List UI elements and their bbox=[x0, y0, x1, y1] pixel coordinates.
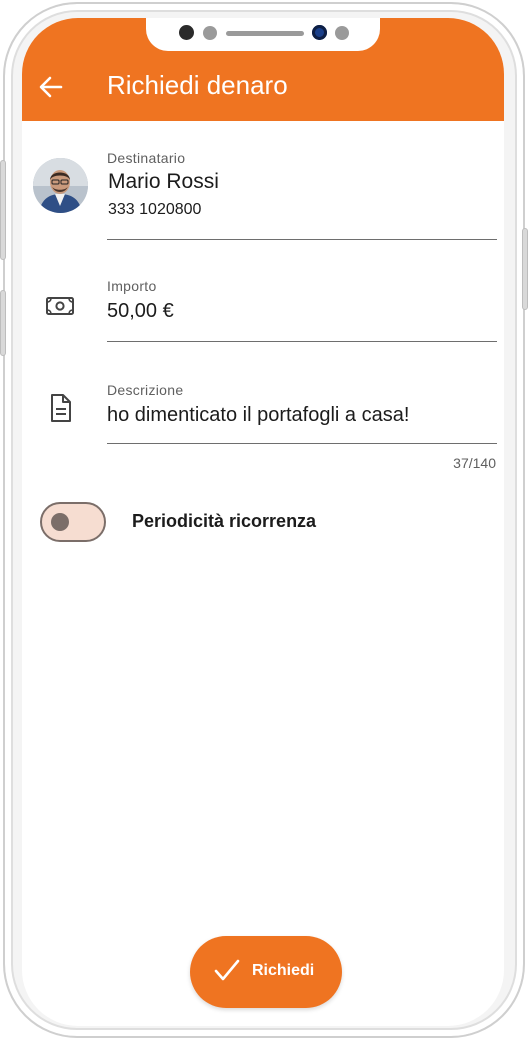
banknote-icon bbox=[46, 297, 74, 315]
request-button[interactable]: Richiedi bbox=[190, 936, 342, 1008]
back-button[interactable] bbox=[36, 72, 66, 102]
sensor-dot bbox=[179, 25, 194, 40]
speaker-grille bbox=[226, 31, 304, 36]
power-button bbox=[522, 228, 528, 310]
sensor-dot bbox=[203, 26, 217, 40]
description-field[interactable]: Descrizione ho dimenticato il portafogli… bbox=[22, 380, 504, 444]
character-counter: 37/140 bbox=[453, 455, 496, 471]
screen: Richiedi denaro Destinatario Mario Rossi… bbox=[22, 18, 504, 1026]
recurrence-label: Periodicità ricorrenza bbox=[132, 511, 317, 531]
recipient-phone: 333 1020800 bbox=[108, 201, 202, 218]
document-icon bbox=[51, 394, 71, 422]
request-button-label: Richiedi bbox=[252, 962, 315, 979]
recurrence-row: Periodicità ricorrenza bbox=[22, 500, 504, 544]
recipient-content: Destinatario Mario Rossi 333 1020800 bbox=[107, 148, 497, 240]
description-value[interactable]: ho dimenticato il portafogli a casa! bbox=[107, 404, 409, 427]
avatar bbox=[33, 158, 88, 213]
amount-content: Importo 50,00 € bbox=[107, 276, 497, 342]
front-camera bbox=[312, 25, 327, 40]
recipient-field[interactable]: Destinatario Mario Rossi 333 1020800 bbox=[22, 148, 504, 240]
amount-field[interactable]: Importo 50,00 € bbox=[22, 276, 504, 342]
app-bar: Richiedi denaro bbox=[22, 18, 504, 121]
check-icon bbox=[214, 959, 240, 981]
description-content: Descrizione ho dimenticato il portafogli… bbox=[107, 380, 497, 444]
volume-up-button bbox=[0, 160, 6, 260]
page-title: Richiedi denaro bbox=[107, 70, 288, 100]
recurrence-toggle[interactable] bbox=[40, 502, 106, 542]
recipient-name: Mario Rossi bbox=[108, 170, 219, 193]
sensor-dot bbox=[335, 26, 349, 40]
recipient-label: Destinatario bbox=[107, 150, 186, 166]
volume-down-button bbox=[0, 290, 6, 356]
notch bbox=[146, 18, 380, 51]
toggle-thumb bbox=[51, 513, 69, 531]
description-label: Descrizione bbox=[107, 382, 184, 398]
amount-value[interactable]: 50,00 € bbox=[107, 300, 174, 323]
arrow-left-icon bbox=[39, 76, 63, 98]
amount-label: Importo bbox=[107, 278, 157, 294]
